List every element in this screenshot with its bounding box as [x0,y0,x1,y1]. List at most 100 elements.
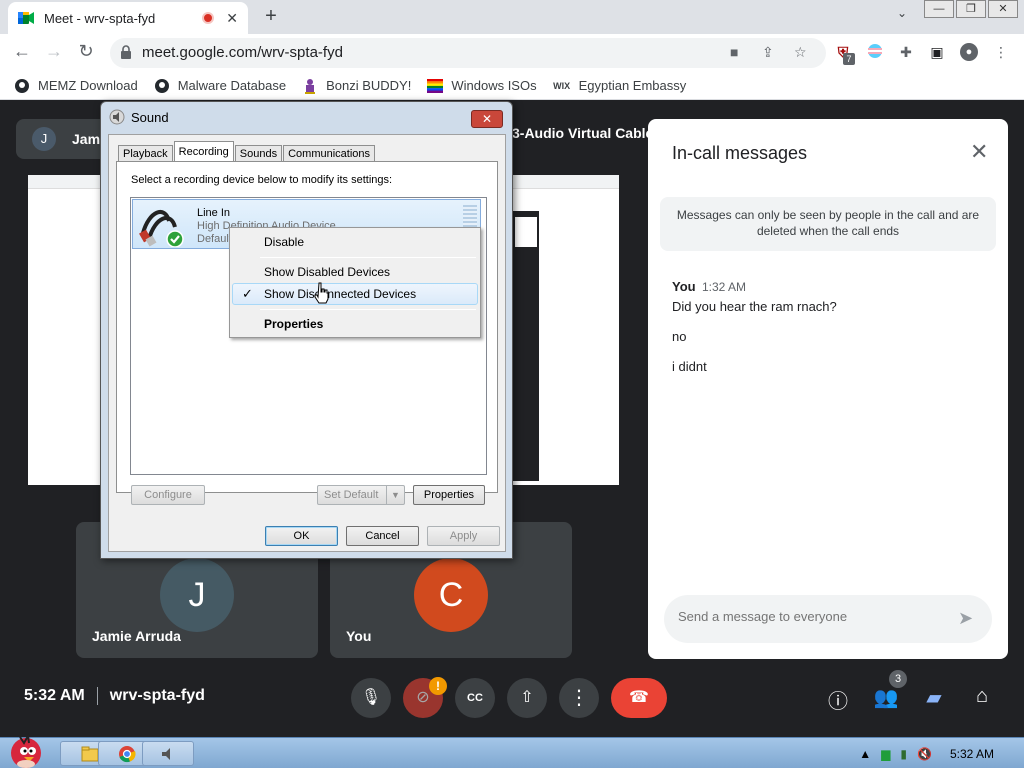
profile-avatar-icon[interactable]: ● [960,43,978,61]
browser-tab-meet[interactable]: Meet - wrv-spta-fyd ✕ [8,2,248,34]
back-arrow-icon[interactable]: ← [10,41,34,62]
chat-message-input[interactable] [678,609,948,624]
bookmark-label: Windows ISOs [451,78,537,93]
camera-off-icon: ⊘ [416,689,430,706]
participant-avatar: J [160,558,234,632]
rainbow-flag-icon [427,78,444,94]
close-chat-icon[interactable]: ✕ [970,139,988,165]
participant-avatar: C [414,558,488,632]
chat-input-box[interactable]: ➤ [664,595,992,643]
chat-icon[interactable]: ▰ [921,685,947,710]
windows-taskbar: ▲ ▆ ▮ 🔇 5:32 AM [0,733,1024,768]
meeting-clock: 5:32 AM [24,687,85,704]
taskbar-sound-button[interactable] [142,741,194,766]
rca-cable-icon [139,210,184,247]
url-text[interactable]: meet.google.com/wrv-spta-fyd [142,44,343,61]
chat-notice: Messages can only be seen by people in t… [660,197,996,251]
set-default-button[interactable]: Set Default ▼ [317,485,405,505]
taskbar-clock[interactable]: 5:32 AM [950,747,994,761]
github-icon [14,78,30,94]
lock-icon [121,45,131,59]
in-call-messages-panel: In-call messages ✕ Messages can only be … [648,119,1008,659]
participant-name: Jamie Arruda [92,628,181,644]
extensions-puzzle-icon[interactable]: ✚ [897,43,915,61]
chat-message: i didnt [672,359,707,374]
present-screen-icon: ⇧ [520,689,534,706]
menu-separator [260,309,476,310]
bookmark-bonzi-buddy[interactable]: Bonzi BUDDY! [302,78,411,94]
activities-icon[interactable]: ⌂ [969,685,995,708]
side-panel-icon[interactable]: ▣ [928,43,946,61]
people-icon[interactable]: 👥 [873,685,899,710]
device-context-menu: Disable Show Disabled Devices ✓ Show Dis… [229,227,481,338]
people-count-badge: 3 [889,670,907,688]
speaker-icon [162,747,170,760]
apply-button[interactable]: Apply [427,526,500,546]
camera-icon[interactable]: ■ [730,44,738,60]
bookmark-star-icon[interactable]: ☆ [794,44,807,61]
share-icon[interactable]: ⇪ [762,44,774,61]
present-button[interactable]: ⇧ [507,678,547,718]
network-icon[interactable]: ▆ [881,747,890,761]
instruction-text: Select a recording device below to modif… [131,174,393,186]
properties-button[interactable]: Properties [413,485,485,505]
action-center-icon[interactable]: ▮ [900,747,907,761]
angry-bird-start-icon[interactable] [2,733,50,768]
address-bar[interactable]: meet.google.com/wrv-spta-fyd ■ ⇪ ☆ [110,38,826,68]
speaker-icon [109,109,125,125]
participant-name: You [346,628,372,644]
bookmark-memz[interactable]: MEMZ Download [14,78,138,94]
reload-icon[interactable]: ↻ [74,41,98,62]
forward-arrow-icon[interactable]: → [42,41,66,62]
bookmark-windows-isos[interactable]: Windows ISOs [427,78,537,94]
ok-button[interactable]: OK [265,526,338,546]
show-hidden-icons-icon[interactable]: ▲ [859,747,871,761]
more-vert-icon: ⋮ [569,687,589,709]
configure-button[interactable]: Configure [131,485,205,505]
close-window-icon[interactable]: ✕ [988,0,1018,18]
dialog-tabs: Playback Recording Sounds Communications [118,141,376,163]
chat-panel-title: In-call messages [672,143,808,163]
captions-icon: CC [467,692,483,704]
tab-search-icon[interactable]: ⌄ [897,6,907,20]
presenter-avatar: J [32,127,56,151]
cancel-button[interactable]: Cancel [346,526,419,546]
leave-call-button[interactable]: ☎ [611,678,667,718]
browser-toolbar: ← → ↻ meet.google.com/wrv-spta-fyd ■ ⇪ ☆… [0,34,1024,72]
wix-icon: WIX [553,80,571,91]
dialog-close-button[interactable]: ✕ [471,110,503,128]
pride-flag-extension-icon[interactable] [866,43,884,61]
bonzi-icon [302,78,318,94]
window-controls: — ❐ ✕ [922,0,1018,18]
presenter-name: Jam [72,131,101,147]
message-sender: You [672,279,696,294]
microphone-icon: 🎙 [360,689,382,706]
tab-recording[interactable]: Recording [173,141,234,163]
bookmark-label: Bonzi BUDDY! [326,78,412,93]
chrome-icon [119,745,136,762]
hand-cursor-icon [314,282,329,304]
bookmark-malware-database[interactable]: Malware Database [154,78,286,94]
menu-item-show-disabled[interactable]: Show Disabled Devices [232,261,478,283]
volume-muted-icon[interactable]: 🔇 [917,747,932,761]
more-menu-icon[interactable]: ⋮ [992,43,1010,61]
chevron-down-icon[interactable]: ▼ [386,486,404,504]
sound-dialog-titlebar[interactable]: Sound [109,109,169,125]
minimize-icon[interactable]: — [924,0,954,18]
bookmark-label: MEMZ Download [38,78,138,93]
menu-item-properties[interactable]: Properties [232,313,478,335]
close-tab-icon[interactable]: ✕ [226,10,238,27]
microphone-button[interactable]: 🎙 [351,678,391,718]
captions-button[interactable]: CC [455,678,495,718]
send-icon[interactable]: ➤ [958,608,973,629]
browser-tab-strip: Meet - wrv-spta-fyd ✕ + ⌄ — ❐ ✕ [0,0,1024,34]
meeting-details-icon[interactable]: ⓘ [825,685,851,714]
bookmark-egyptian-embassy[interactable]: WIX Egyptian Embassy [553,78,686,94]
restore-icon[interactable]: ❐ [956,0,986,18]
new-tab-icon[interactable]: + [260,5,282,28]
checkmark-icon: ✓ [242,286,253,301]
more-options-button[interactable]: ⋮ [559,678,599,718]
menu-item-show-disconnected[interactable]: ✓ Show Disconnected Devices [232,283,478,305]
menu-item-disable[interactable]: Disable [232,231,478,253]
shared-window-label: 3-Audio Virtual Cable [512,125,654,141]
